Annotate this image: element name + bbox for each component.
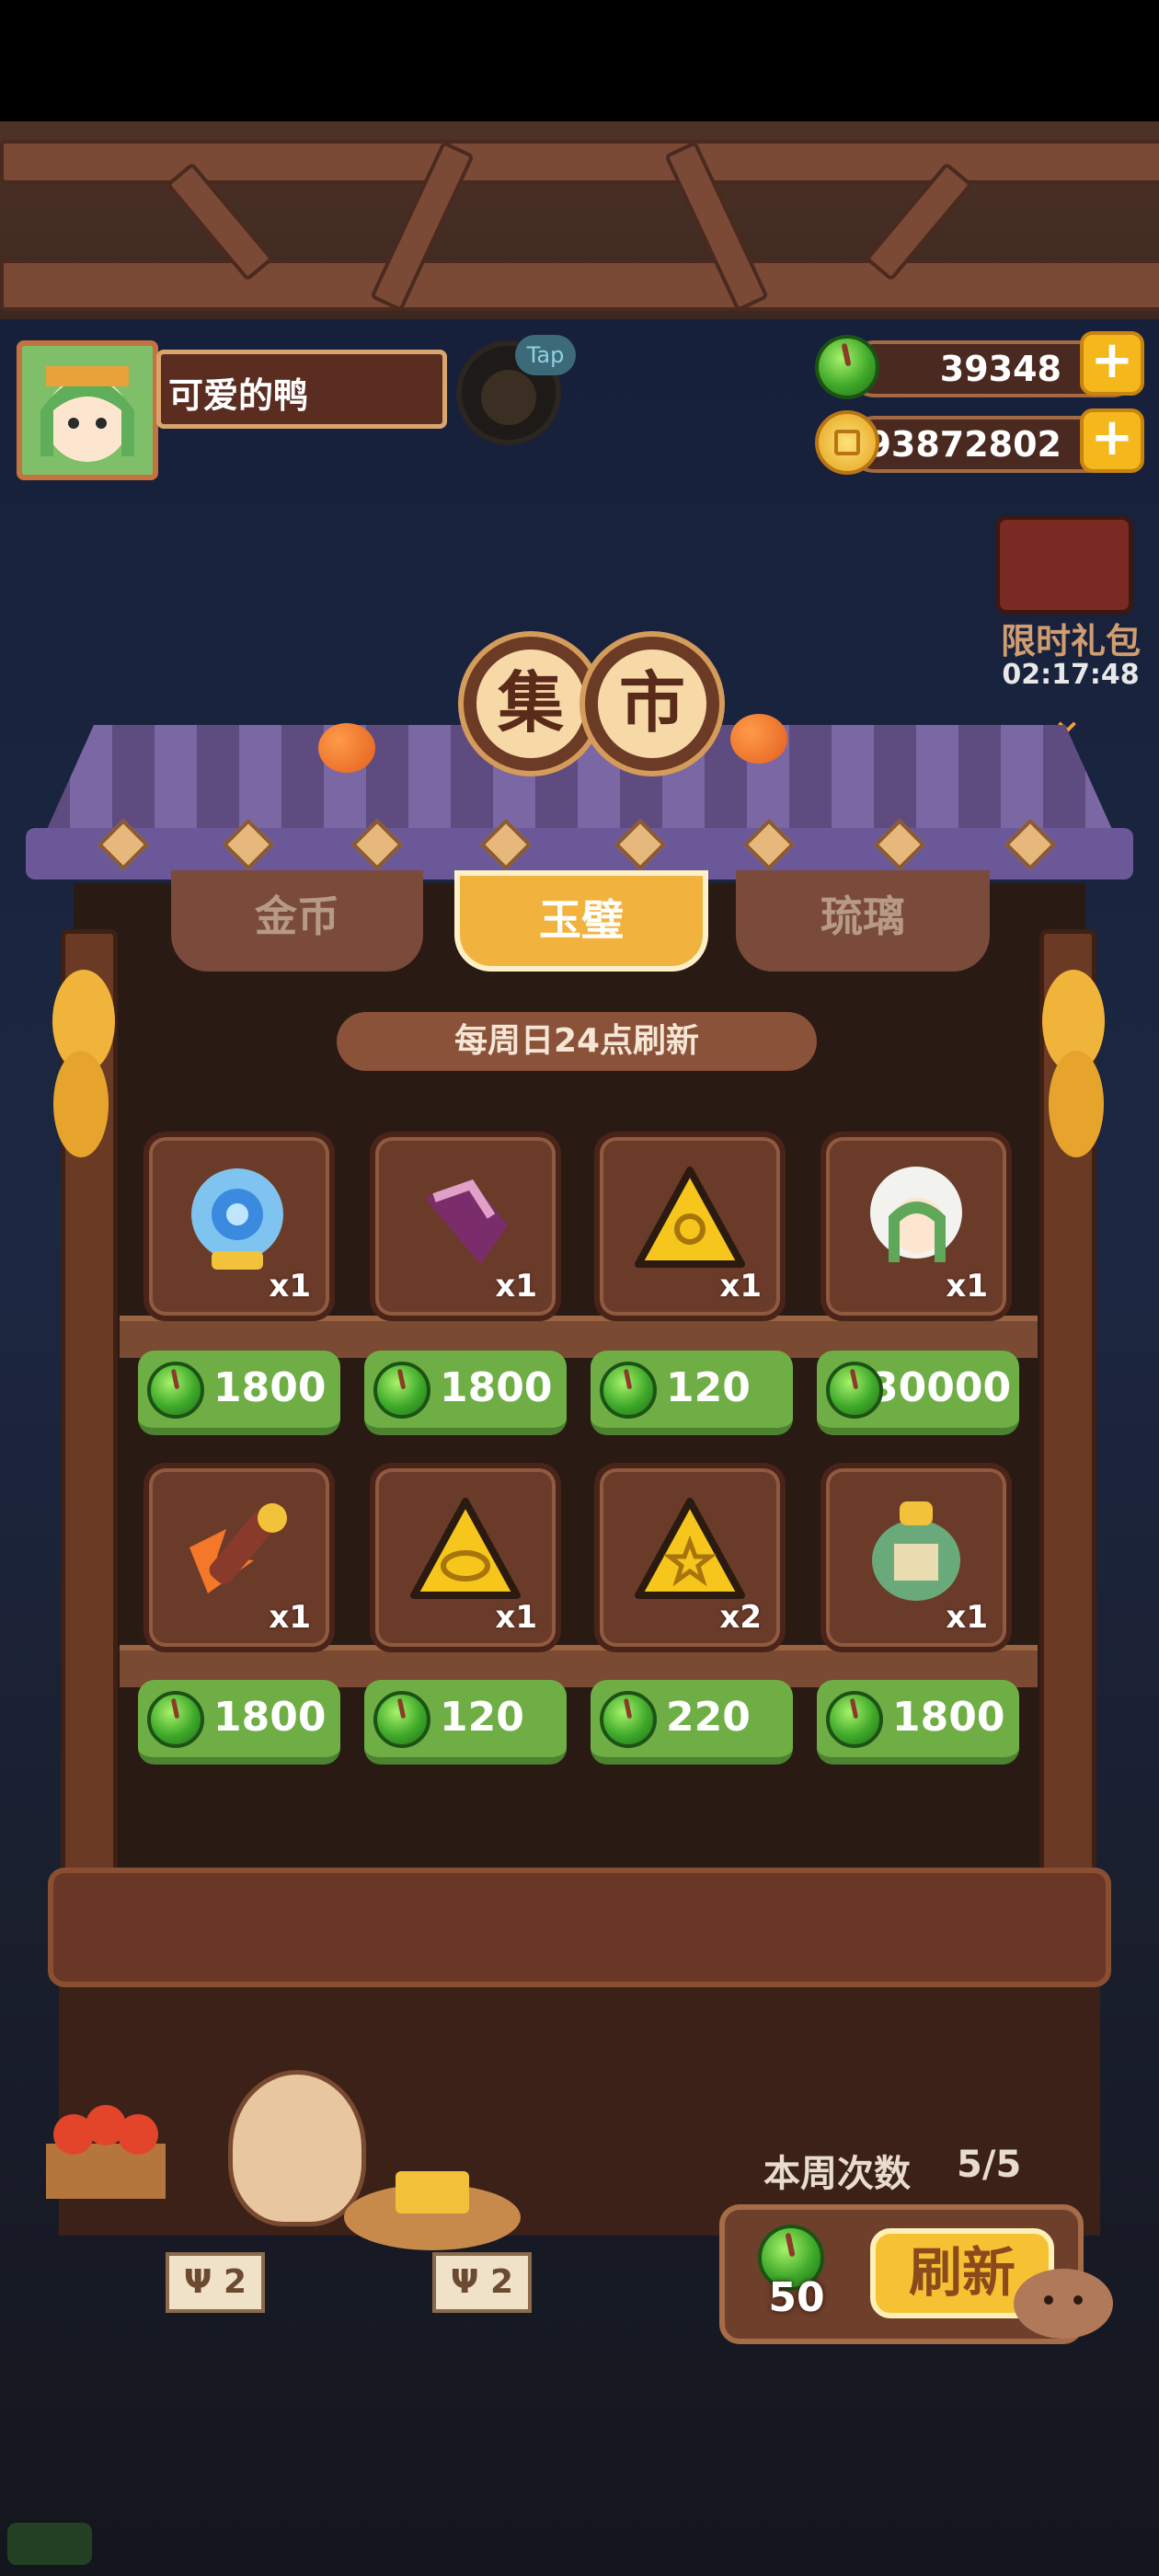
green-haired-character-icon — [870, 1167, 962, 1262]
tab-coins[interactable]: 金币 — [171, 870, 423, 972]
fire-pen-icon — [189, 1503, 287, 1593]
tab-jade[interactable]: 玉璧 — [454, 870, 708, 972]
persimmon-decoration — [730, 714, 787, 764]
limited-pack-timer: 02:17:48 — [1002, 659, 1140, 691]
tab-glaze[interactable]: 琉璃 — [736, 870, 990, 972]
item-quantity: x1 — [495, 1599, 537, 1636]
price-button[interactable]: 220 — [591, 1680, 793, 1765]
tofu-basket-decoration — [344, 2171, 521, 2250]
price-button[interactable]: 1800 — [138, 1680, 340, 1765]
corn-decoration — [1042, 970, 1105, 1157]
jade-icon — [826, 1691, 883, 1748]
corner-toggle-button[interactable] — [7, 2523, 92, 2565]
add-coins-button[interactable]: + — [1080, 408, 1144, 473]
price-button[interactable]: 1800 — [138, 1351, 340, 1435]
item-quantity: x1 — [719, 1268, 762, 1305]
shop-item[interactable]: x1 — [594, 1132, 786, 1321]
limited-pack-chest-icon[interactable] — [995, 515, 1133, 615]
gold-triangle-token-icon — [635, 1167, 745, 1268]
refresh-schedule-note: 每周日24点刷新 — [337, 1012, 817, 1071]
price-value: 220 — [666, 1694, 751, 1741]
weekly-refresh-count: 5/5 — [957, 2144, 1022, 2186]
purple-bucket-handle-icon — [425, 1179, 508, 1264]
refresh-cost: 50 — [768, 2274, 825, 2321]
item-quantity: x1 — [269, 1268, 311, 1305]
item-quantity: x1 — [946, 1268, 988, 1305]
jade-icon — [147, 1362, 204, 1419]
roof-rafters — [0, 121, 1159, 319]
jade-icon — [373, 1691, 430, 1748]
jade-icon — [826, 1362, 883, 1419]
corn-decoration — [52, 970, 115, 1157]
item-quantity: x1 — [495, 1268, 537, 1305]
price-button[interactable]: 120 — [364, 1680, 567, 1765]
shop-item[interactable]: x1 — [370, 1463, 561, 1652]
gold-fish-token-icon — [410, 1498, 521, 1599]
price-tag: Ψ 2 — [432, 2252, 532, 2313]
green-scroll-jar-icon — [872, 1501, 960, 1601]
shop-item[interactable]: x1 — [820, 1132, 1012, 1321]
stall-counter-front — [59, 1987, 1100, 2236]
status-bar — [0, 0, 1159, 121]
blue-snail-shell-icon — [191, 1168, 283, 1270]
price-tag: Ψ 2 — [166, 2252, 265, 2313]
tomato-basket-decoration — [46, 2105, 166, 2199]
item-quantity: x2 — [719, 1599, 762, 1636]
price-button[interactable]: 1800 — [364, 1351, 567, 1435]
player-name: 可爱的鸭 — [156, 350, 447, 429]
price-value: 1800 — [440, 1364, 553, 1411]
market-title-char: 集 — [464, 637, 598, 771]
jade-icon — [147, 1691, 204, 1748]
price-value: 30000 — [870, 1364, 1012, 1411]
market-title-char: 市 — [585, 637, 719, 771]
shop-item[interactable]: x1 — [820, 1463, 1012, 1652]
item-quantity: x1 — [269, 1599, 311, 1636]
limited-pack-label[interactable]: 限时礼包 — [988, 613, 1153, 663]
shop-item[interactable]: x1 — [143, 1463, 335, 1652]
gold-star-token-icon — [635, 1498, 745, 1599]
price-value: 1800 — [213, 1694, 327, 1741]
price-value: 1800 — [213, 1364, 327, 1411]
price-value: 1800 — [892, 1694, 1005, 1741]
shop-item[interactable]: x1 — [370, 1132, 561, 1321]
price-value: 120 — [440, 1694, 524, 1741]
tap-label: Tap — [515, 335, 576, 375]
jade-icon — [600, 1691, 657, 1748]
jade-currency-icon — [815, 335, 879, 399]
price-button[interactable]: 30000 — [817, 1351, 1019, 1435]
price-button[interactable]: 120 — [591, 1351, 793, 1435]
avatar[interactable] — [17, 340, 158, 480]
stall-counter — [48, 1868, 1111, 1987]
shop-item[interactable]: x1 — [143, 1132, 335, 1321]
price-button[interactable]: 1800 — [817, 1680, 1019, 1765]
coin-currency-icon — [815, 410, 879, 475]
pet-mascot-icon — [1014, 2269, 1113, 2339]
persimmon-decoration — [318, 723, 375, 773]
shop-item[interactable]: x2 — [594, 1463, 786, 1652]
weekly-refresh-label: 本周次数 — [763, 2153, 911, 2195]
price-value: 120 — [666, 1364, 751, 1411]
item-quantity: x1 — [946, 1599, 988, 1636]
add-jade-button[interactable]: + — [1080, 331, 1144, 396]
jade-icon — [373, 1362, 430, 1419]
jade-icon — [600, 1362, 657, 1419]
